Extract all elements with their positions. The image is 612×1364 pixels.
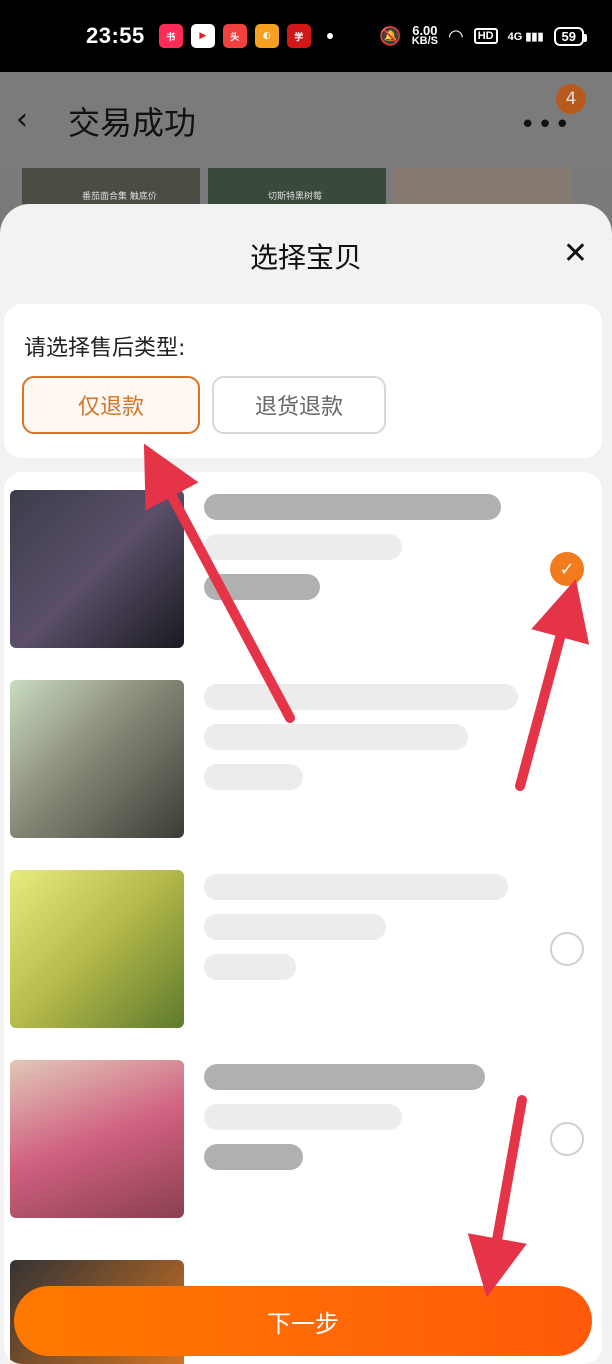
hd-badge: HD bbox=[473, 28, 498, 44]
list-item[interactable]: ✓ bbox=[4, 472, 602, 648]
bg-thumb bbox=[394, 168, 572, 204]
xuexi-icon: 学 bbox=[286, 24, 311, 48]
more-notifications-dot bbox=[326, 33, 333, 39]
background-header: ‹ 交易成功 ••• 4 bbox=[0, 72, 612, 168]
product-info-blurred bbox=[204, 874, 534, 1024]
product-image bbox=[10, 870, 184, 1028]
wifi-icon: ◠ bbox=[448, 25, 464, 46]
video-icon: ▶ bbox=[190, 24, 215, 48]
product-image bbox=[10, 680, 184, 838]
close-icon[interactable]: ✕ bbox=[563, 236, 588, 271]
after-sale-type-card: 请选择售后类型: 仅退款 退货退款 bbox=[4, 304, 602, 458]
xiaohongshu-icon: 书 bbox=[158, 24, 183, 48]
refund-only-button[interactable]: 仅退款 bbox=[22, 376, 200, 434]
mute-icon: 🔕 bbox=[379, 25, 402, 46]
status-time: 23:55 bbox=[86, 23, 145, 48]
bg-thumb: 番茄面合集 触底价 bbox=[22, 168, 200, 204]
product-info-blurred bbox=[204, 494, 534, 644]
more-icon[interactable]: ••• bbox=[520, 110, 572, 140]
sheet-title: 选择宝贝 bbox=[249, 241, 362, 274]
select-radio[interactable] bbox=[550, 1122, 584, 1156]
signal-icon: 4G ▮▮▮ bbox=[507, 30, 544, 43]
message-badge: 4 bbox=[556, 84, 586, 114]
product-info-blurred bbox=[204, 684, 534, 834]
battery-icon: 59 bbox=[553, 26, 588, 46]
status-bar: 23:55 书 ▶ 头 ◐ 学 🔕 6.00 KB/S ◠ HD 4G ▮▮▮ 5… bbox=[0, 0, 612, 72]
bg-thumb: 切斯特黑树莓 bbox=[208, 168, 386, 204]
next-step-button[interactable]: 下一步 bbox=[14, 1286, 592, 1356]
notification-icons: 书 ▶ 头 ◐ 学 bbox=[158, 24, 311, 48]
page-title: 交易成功 bbox=[68, 104, 197, 142]
return-refund-button[interactable]: 退货退款 bbox=[212, 376, 386, 434]
select-item-sheet: 选择宝贝 ✕ 请选择售后类型: 仅退款 退货退款 ✓ bbox=[0, 204, 612, 1364]
list-item[interactable] bbox=[4, 1042, 602, 1218]
back-arrow-icon[interactable]: ‹ bbox=[16, 102, 28, 137]
photo-icon: ◐ bbox=[254, 24, 279, 48]
select-radio-checked[interactable]: ✓ bbox=[550, 552, 584, 586]
product-info-blurred bbox=[204, 1064, 534, 1214]
product-image bbox=[10, 1060, 184, 1218]
toutiao-icon: 头 bbox=[222, 24, 247, 48]
background-thumbnails: 番茄面合集 触底价 切斯特黑树莓 bbox=[0, 168, 612, 204]
list-item[interactable] bbox=[4, 662, 602, 838]
net-speed: 6.00 KB/S bbox=[411, 23, 439, 47]
product-image bbox=[10, 490, 184, 648]
select-radio[interactable] bbox=[550, 932, 584, 966]
product-list: ✓ bbox=[4, 472, 602, 1364]
list-item[interactable] bbox=[4, 852, 602, 1028]
after-sale-type-label: 请选择售后类型: bbox=[24, 336, 186, 361]
